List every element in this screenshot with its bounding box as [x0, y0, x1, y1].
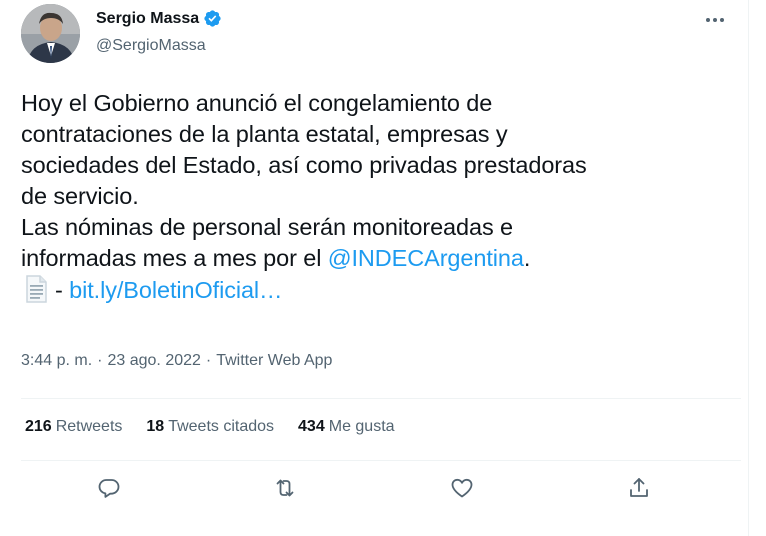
- author-display-name[interactable]: Sergio Massa: [96, 10, 199, 28]
- likes-label: Me gusta: [328, 418, 395, 435]
- quotes-label: Tweets citados: [168, 418, 275, 435]
- retweet-icon: [273, 476, 297, 505]
- more-icon[interactable]: [700, 10, 730, 30]
- like-button[interactable]: [442, 470, 482, 510]
- avatar[interactable]: [21, 4, 80, 63]
- tweet-text-line: informadas mes a mes por el @INDECArgent…: [21, 243, 741, 274]
- verified-badge-icon: [203, 9, 222, 28]
- tweet-source[interactable]: Twitter Web App: [216, 352, 332, 370]
- tweet-text-line: sociedades del Estado, así como privadas…: [21, 152, 587, 178]
- tweet-text-line: de servicio.: [21, 183, 139, 209]
- reply-icon: [97, 476, 121, 505]
- retweets-stat[interactable]: 216 Retweets: [25, 418, 122, 436]
- meta-separator: ·: [97, 352, 103, 369]
- author-handle[interactable]: @SergioMassa: [96, 37, 206, 55]
- divider: [21, 460, 741, 461]
- retweets-count: 216: [25, 418, 52, 435]
- tweet-date[interactable]: 23 ago. 2022: [107, 352, 200, 370]
- author-name-row: Sergio Massa: [96, 9, 222, 28]
- likes-count: 434: [298, 418, 325, 435]
- tweet-card: Sergio Massa @SergioMassa Hoy el Gobiern…: [0, 0, 749, 536]
- quotes-count: 18: [146, 418, 165, 435]
- divider: [21, 398, 741, 399]
- document-icon: [21, 274, 51, 304]
- tweet-text-segment: -: [55, 277, 70, 303]
- tweet-text-line: contrataciones de la planta estatal, emp…: [21, 121, 508, 147]
- meta-separator: ·: [205, 352, 212, 369]
- tweet-text-line: - bit.ly/BoletinOficial…: [21, 274, 741, 306]
- reply-button[interactable]: [89, 470, 129, 510]
- likes-stat[interactable]: 434 Me gusta: [298, 418, 395, 436]
- tweet-time[interactable]: 3:44 p. m.: [21, 352, 92, 370]
- share-icon: [627, 476, 651, 505]
- tweet-text-line: Las nóminas de personal serán monitoread…: [21, 214, 514, 240]
- like-icon: [450, 476, 474, 505]
- tweet-stats: 216 Retweets 18 Tweets citados 434 Me gusta: [25, 418, 419, 436]
- action-bar: [21, 470, 741, 516]
- retweets-label: Retweets: [55, 418, 123, 435]
- tweet-text-segment: informadas mes a mes por el: [21, 245, 328, 271]
- tweet-text: Hoy el Gobierno anunció el congelamiento…: [21, 88, 741, 306]
- tweet-text-segment: .: [523, 245, 531, 271]
- tweet-metadata: 3:44 p. m. · 23 ago. 2022 · Twitter Web …: [21, 352, 332, 370]
- mention-link[interactable]: @INDECArgentina: [328, 245, 524, 271]
- share-button[interactable]: [619, 470, 659, 510]
- retweet-button[interactable]: [265, 470, 305, 510]
- url-link[interactable]: bit.ly/BoletinOficial…: [69, 277, 282, 303]
- quotes-stat[interactable]: 18 Tweets citados: [146, 418, 274, 436]
- tweet-text-line: Hoy el Gobierno anunció el congelamiento…: [21, 90, 493, 116]
